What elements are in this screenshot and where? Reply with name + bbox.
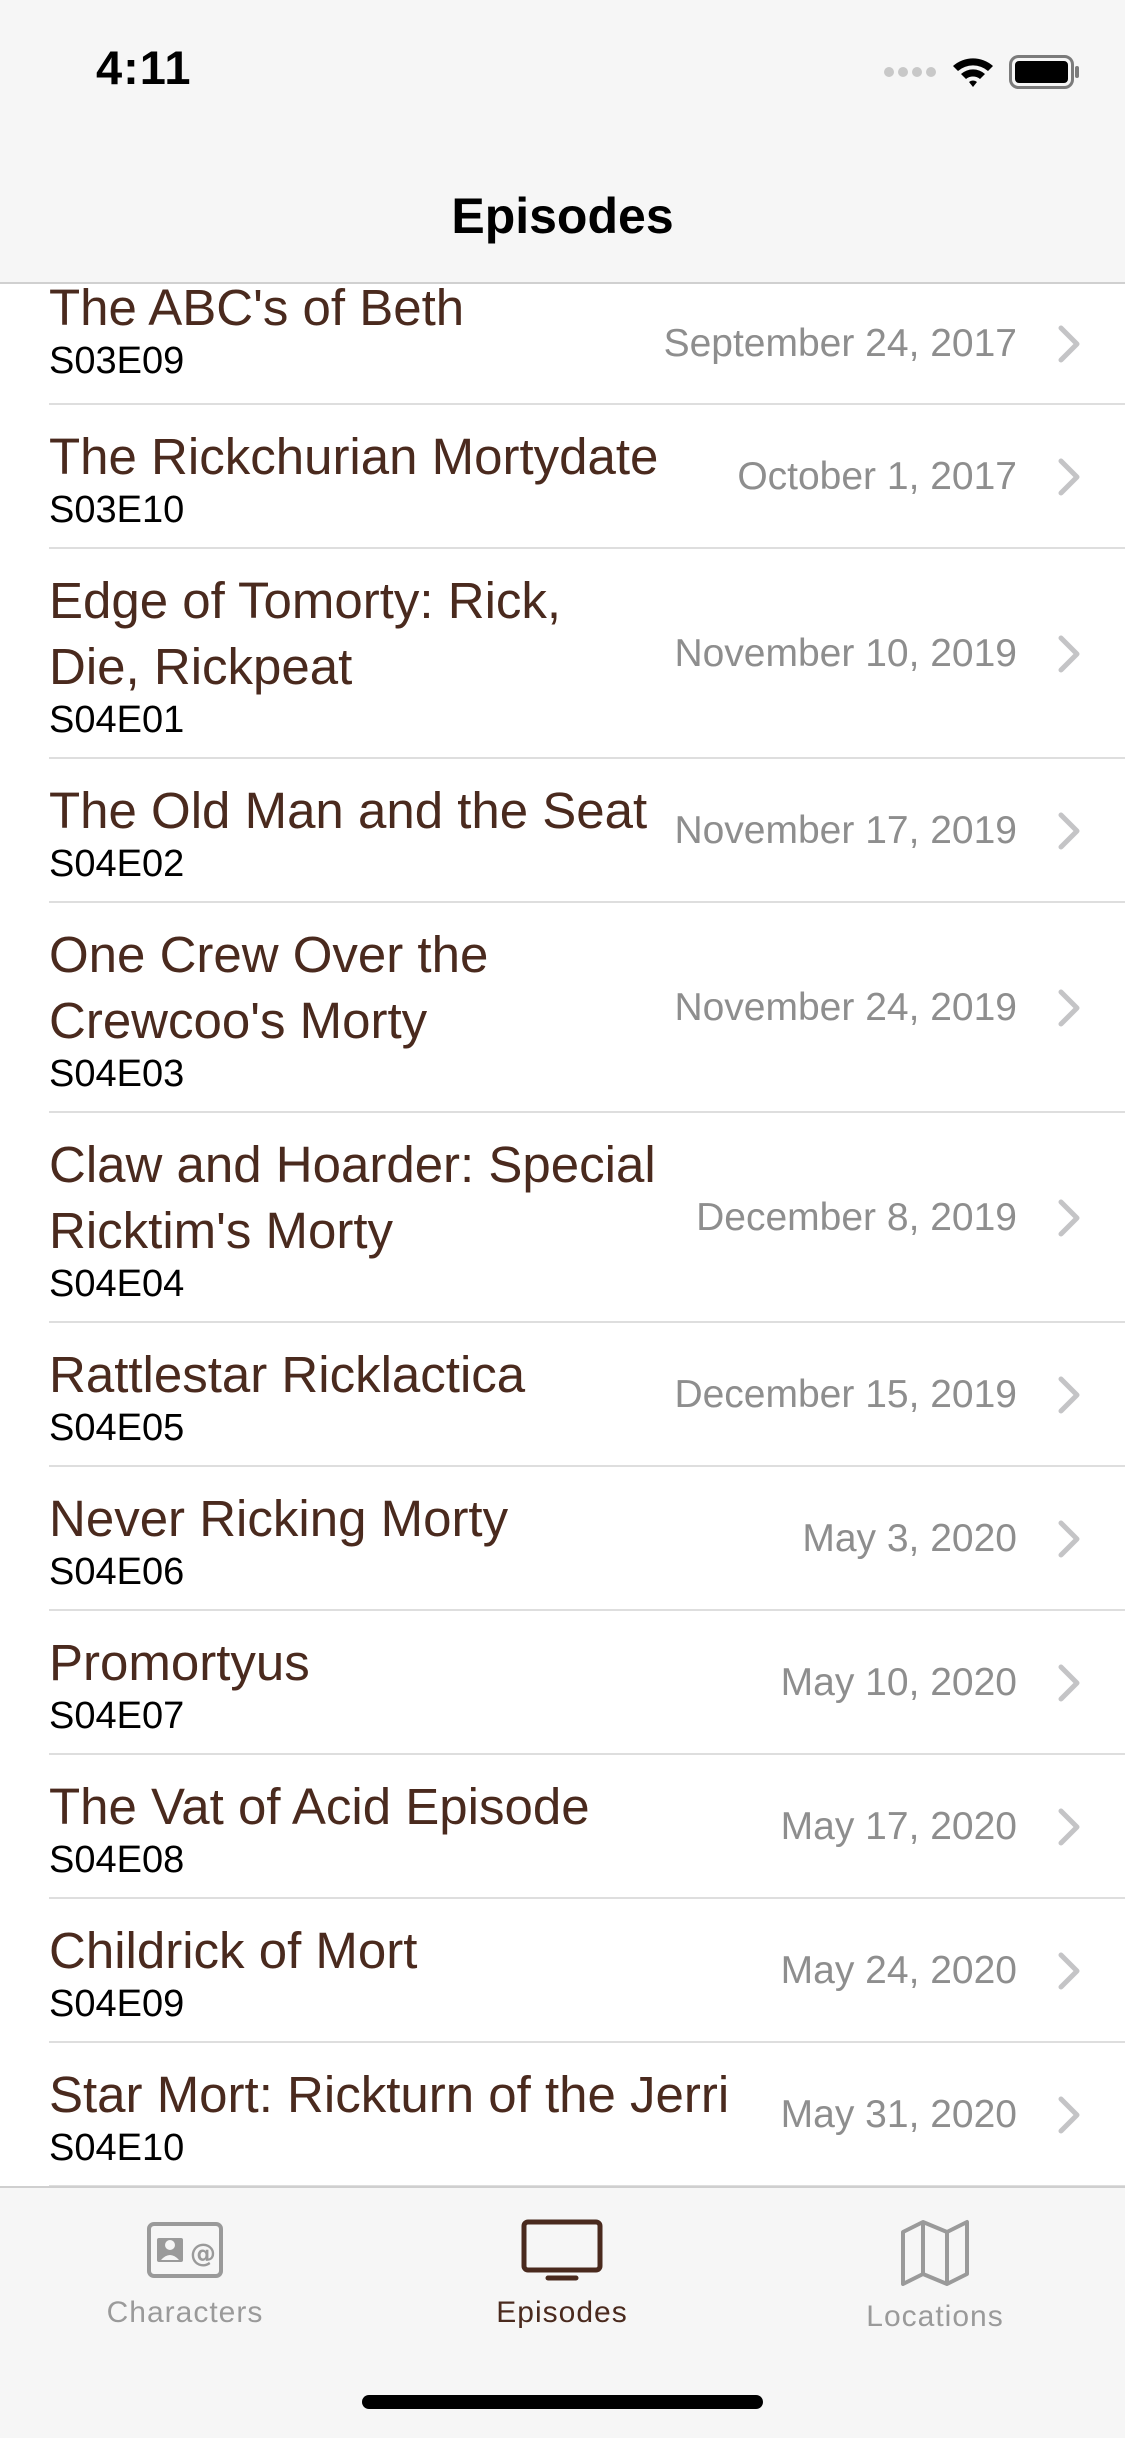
chevron-right-icon <box>1058 1664 1080 1702</box>
episode-code: S03E09 <box>49 340 185 382</box>
chevron-right-icon <box>1058 812 1080 850</box>
episode-date: May 31, 2020 <box>780 2093 1017 2136</box>
list-item-text: Star Mort: Rickturn of the Jerri S04E10 <box>49 2062 749 2168</box>
episode-code: S04E06 <box>49 1551 185 1593</box>
list-item[interactable]: Promortyus S04E07 May 10, 2020 <box>0 1611 1125 1755</box>
svg-text:@: @ <box>190 2239 216 2269</box>
contact-card-icon: @ <box>147 2222 223 2278</box>
list-item[interactable]: Edge of Tomorty: Rick, Die, Rickpeat S04… <box>0 549 1125 759</box>
episode-code: S04E08 <box>49 1839 185 1881</box>
episode-code: S04E02 <box>49 843 185 885</box>
episode-date: December 15, 2019 <box>674 1373 1017 1416</box>
tab-episodes[interactable]: Episodes <box>412 2218 712 2330</box>
tab-label: Episodes <box>496 2296 628 2329</box>
map-icon <box>901 2220 969 2286</box>
episode-date: May 17, 2020 <box>780 1805 1017 1848</box>
episode-title: Edge of Tomorty: Rick, Die, Rickpeat <box>49 572 562 695</box>
chevron-right-icon <box>1058 458 1080 496</box>
episode-title: Promortyus <box>49 1634 310 1691</box>
list-item-text: The Old Man and the Seat S04E02 <box>49 778 679 884</box>
wifi-icon <box>953 58 993 87</box>
episode-date: May 10, 2020 <box>780 1661 1017 1704</box>
list-item[interactable]: Never Ricking Morty S04E06 May 3, 2020 <box>0 1467 1125 1611</box>
episode-code: S04E10 <box>49 2127 185 2169</box>
list-item-text: One Crew Over the Crewcoo's Morty S04E03 <box>49 922 529 1094</box>
episode-date: November 24, 2019 <box>674 986 1017 1029</box>
chevron-right-icon <box>1058 1199 1080 1237</box>
episode-code: S04E05 <box>49 1407 185 1449</box>
episode-date: May 3, 2020 <box>802 1517 1017 1560</box>
status-icons <box>883 52 1081 92</box>
episode-title: The Old Man and the Seat <box>49 782 648 839</box>
episode-date: December 8, 2019 <box>696 1196 1017 1239</box>
list-item[interactable]: Childrick of Mort S04E09 May 24, 2020 <box>0 1899 1125 2043</box>
chevron-right-icon <box>1058 635 1080 673</box>
list-item[interactable]: The Old Man and the Seat S04E02 November… <box>0 759 1125 903</box>
tv-icon <box>521 2219 603 2281</box>
episode-date: October 1, 2017 <box>737 455 1017 498</box>
list-item[interactable]: Rattlestar Ricklactica S04E05 December 1… <box>0 1323 1125 1467</box>
episode-title: Star Mort: Rickturn of the Jerri <box>49 2066 730 2123</box>
episode-title: Childrick of Mort <box>49 1922 418 1979</box>
tab-label: Locations <box>866 2300 1004 2333</box>
episode-code: S03E10 <box>49 489 185 531</box>
episode-title: Claw and Hoarder: Special Ricktim's Mort… <box>49 1136 656 1259</box>
chevron-right-icon <box>1058 1520 1080 1558</box>
episode-date: May 24, 2020 <box>780 1949 1017 1992</box>
episode-code: S04E04 <box>49 1263 185 1305</box>
list-item[interactable]: The Vat of Acid Episode S04E08 May 17, 2… <box>0 1755 1125 1899</box>
episode-code: S04E03 <box>49 1053 185 1095</box>
tab-label: Characters <box>106 2296 264 2329</box>
list-item-text: The Rickchurian Mortydate S03E10 <box>49 424 679 530</box>
episode-code: S04E09 <box>49 1983 185 2025</box>
list-item-text: Rattlestar Ricklactica S04E05 <box>49 1342 679 1448</box>
episode-date: November 10, 2019 <box>674 632 1017 675</box>
page-title: Episodes <box>451 188 674 244</box>
episode-title: The ABC's of Beth <box>49 283 465 336</box>
episode-date: September 24, 2017 <box>663 322 1017 365</box>
list-item-text: The Vat of Acid Episode S04E08 <box>49 1774 679 1880</box>
list-item[interactable]: The Rickchurian Mortydate S03E10 October… <box>0 405 1125 549</box>
episode-code: S04E01 <box>49 699 185 741</box>
chevron-right-icon <box>1058 1808 1080 1846</box>
episode-code: S04E07 <box>49 1695 185 1737</box>
list-item-text: The ABC's of Beth S03E09 <box>49 283 679 381</box>
tab-characters[interactable]: @ Characters <box>35 2218 335 2330</box>
cellular-signal-icon <box>884 67 936 77</box>
chevron-right-icon <box>1058 1376 1080 1414</box>
list-item-text: Claw and Hoarder: Special Ricktim's Mort… <box>49 1132 689 1304</box>
list-item-text: Edge of Tomorty: Rick, Die, Rickpeat S04… <box>49 568 609 740</box>
battery-icon <box>1009 55 1079 89</box>
episode-title: Never Ricking Morty <box>49 1490 509 1547</box>
home-indicator[interactable] <box>362 2395 763 2409</box>
chevron-right-icon <box>1058 989 1080 1027</box>
list-item-text: Childrick of Mort S04E09 <box>49 1918 679 2024</box>
list-item[interactable]: The ABC's of Beth S03E09 September 24, 2… <box>0 283 1125 405</box>
episode-title: The Rickchurian Mortydate <box>49 428 659 485</box>
episode-title: The Vat of Acid Episode <box>49 1778 590 1835</box>
episode-date: November 17, 2019 <box>674 809 1017 852</box>
chevron-right-icon <box>1058 1952 1080 1990</box>
status-bar: 4:11 <box>0 0 1125 132</box>
tab-locations[interactable]: Locations <box>785 2218 1085 2334</box>
episode-list[interactable]: The ABC's of Beth S03E09 September 24, 2… <box>0 283 1125 2186</box>
chevron-right-icon <box>1058 2096 1080 2134</box>
list-item-text: Promortyus S04E07 <box>49 1630 679 1736</box>
chevron-right-icon <box>1058 325 1080 363</box>
navigation-bar: Episodes <box>0 132 1125 284</box>
list-item[interactable]: One Crew Over the Crewcoo's Morty S04E03… <box>0 903 1125 1113</box>
status-time: 4:11 <box>96 41 192 94</box>
episode-title: Rattlestar Ricklactica <box>49 1346 526 1403</box>
list-item[interactable]: Claw and Hoarder: Special Ricktim's Mort… <box>0 1113 1125 1323</box>
list-item[interactable]: Star Mort: Rickturn of the Jerri S04E10 … <box>0 2043 1125 2186</box>
episode-title: One Crew Over the Crewcoo's Morty <box>49 926 489 1049</box>
list-item-text: Never Ricking Morty S04E06 <box>49 1486 679 1592</box>
